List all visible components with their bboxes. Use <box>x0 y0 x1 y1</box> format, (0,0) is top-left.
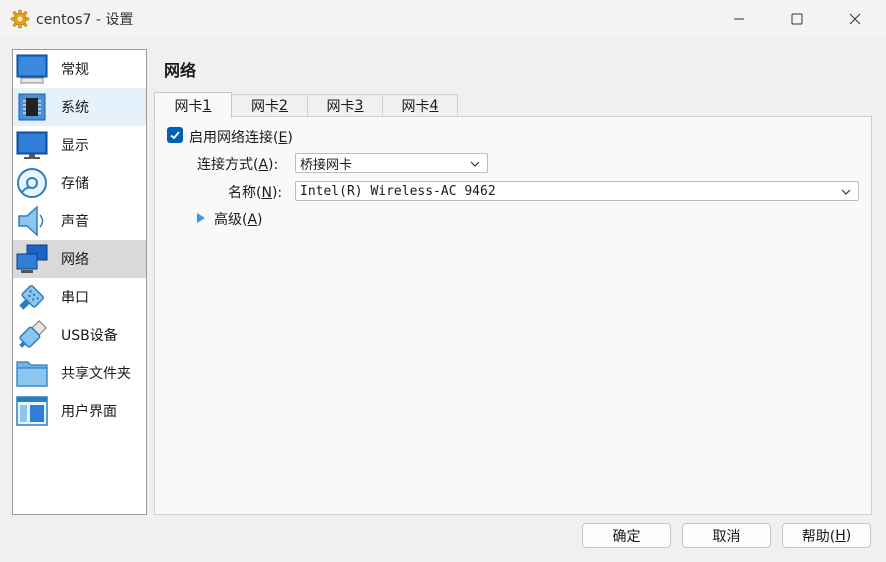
advanced-toggle[interactable]: 高级(A) <box>214 209 263 229</box>
tab-label: 网卡 <box>401 99 430 115</box>
tab-accel: 1 <box>202 97 212 114</box>
chevron-down-icon <box>841 189 851 195</box>
name-label: 名称(N): <box>228 182 282 202</box>
expand-triangle-icon[interactable] <box>196 212 206 224</box>
select-value: Intel(R) Wireless-AC 9462 <box>300 183 496 199</box>
sidebar-item-network[interactable]: 网络 <box>13 240 146 278</box>
sidebar-item-shared-folders[interactable]: 共享文件夹 <box>13 354 146 392</box>
enable-adapter-label[interactable]: 启用网络连接(E) <box>189 127 293 147</box>
attached-to-select[interactable]: 桥接网卡 <box>295 153 488 173</box>
tab-accel: 4 <box>429 98 439 114</box>
sidebar-item-label: 显示 <box>61 138 89 154</box>
close-button[interactable] <box>826 0 884 38</box>
accel-key: N <box>261 185 272 201</box>
enable-adapter-checkbox[interactable] <box>167 127 183 143</box>
accel-key: A <box>247 212 258 228</box>
display-icon <box>16 131 48 159</box>
button-label: 取消 <box>712 528 741 545</box>
label-text: 连接方式( <box>197 157 259 173</box>
speaker-icon <box>18 205 44 237</box>
system-chip-icon <box>18 93 46 121</box>
serial-port-icon <box>19 285 44 310</box>
network-icon <box>16 244 48 273</box>
sidebar-item-label: USB设备 <box>61 328 118 344</box>
general-icon <box>16 54 48 84</box>
accel-key: H <box>835 527 846 544</box>
title-bar: centos7 - 设置 <box>0 0 886 38</box>
tab-label: 网卡 <box>326 99 355 115</box>
label-text: 名称( <box>228 185 262 201</box>
label-suffix: ) <box>845 527 852 544</box>
accel-key: A <box>258 157 269 173</box>
window-title: centos7 - 设置 <box>36 12 134 28</box>
ok-button[interactable]: 确定 <box>582 523 671 548</box>
label-suffix: ): <box>271 185 283 201</box>
accel-key: E <box>278 130 288 146</box>
sidebar-item-label: 用户界面 <box>61 404 117 420</box>
minimize-icon <box>734 18 744 20</box>
usb-icon <box>19 320 47 348</box>
sidebar-item-audio[interactable]: 声音 <box>13 202 146 240</box>
adapter-panel <box>154 116 872 515</box>
sidebar-item-storage[interactable]: 存储 <box>13 164 146 202</box>
button-label: 确定 <box>612 528 641 545</box>
cancel-button[interactable]: 取消 <box>682 523 771 548</box>
page-title: 网络 <box>164 61 197 80</box>
close-icon <box>849 13 861 25</box>
sidebar-item-label: 系统 <box>61 100 89 116</box>
tab-accel: 3 <box>354 98 364 114</box>
storage-disk-icon <box>17 168 47 198</box>
chevron-down-icon <box>470 161 480 167</box>
button-label: 帮助( <box>801 528 836 545</box>
sidebar-item-user-interface[interactable]: 用户界面 <box>13 392 146 430</box>
label-suffix: ): <box>268 157 279 173</box>
sidebar-item-label: 共享文件夹 <box>61 366 131 382</box>
minimize-button[interactable] <box>710 0 768 38</box>
sidebar-item-general[interactable]: 常规 <box>13 50 146 88</box>
sidebar-item-usb[interactable]: USB设备 <box>13 316 146 354</box>
tab-label: 网卡 <box>251 99 280 115</box>
tab-accel: 2 <box>279 98 288 114</box>
help-button[interactable]: 帮助(H) <box>782 523 871 548</box>
sidebar-item-label: 常规 <box>61 62 89 78</box>
select-value: 桥接网卡 <box>300 157 353 173</box>
user-interface-icon <box>16 396 48 426</box>
adapter-name-select[interactable]: Intel(R) Wireless-AC 9462 <box>295 181 859 201</box>
tab-adapter-2[interactable]: 网卡 2 <box>231 94 308 117</box>
sidebar-item-serial-ports[interactable]: 串口 <box>13 278 146 316</box>
label-text: 高级( <box>214 212 248 228</box>
maximize-icon <box>791 13 803 25</box>
tab-label: 网卡 <box>174 98 203 115</box>
sidebar-item-display[interactable]: 显示 <box>13 126 146 164</box>
sidebar-item-label: 串口 <box>61 290 89 306</box>
sidebar-item-label: 存储 <box>61 176 89 192</box>
attached-to-label: 连接方式(A): <box>197 154 278 174</box>
maximize-button[interactable] <box>768 0 826 38</box>
sidebar-item-label: 声音 <box>61 214 89 230</box>
label-text: 启用网络连接( <box>189 130 279 146</box>
sidebar-item-system[interactable]: 系统 <box>13 88 146 126</box>
label-suffix: ) <box>257 212 263 228</box>
gear-icon <box>10 9 30 29</box>
folder-icon <box>16 361 48 387</box>
sidebar-item-label: 网络 <box>61 252 89 268</box>
tab-adapter-4[interactable]: 网卡 4 <box>382 94 458 117</box>
settings-sidebar: 常规 系统 显示 存储 声音 网络 串口 USB设备 共享文件夹 用户界面 <box>12 49 147 515</box>
label-suffix: ) <box>287 130 293 146</box>
tab-adapter-3[interactable]: 网卡 3 <box>307 94 383 117</box>
checkmark-icon <box>170 131 180 140</box>
tab-adapter-1[interactable]: 网卡 1 <box>154 92 232 118</box>
